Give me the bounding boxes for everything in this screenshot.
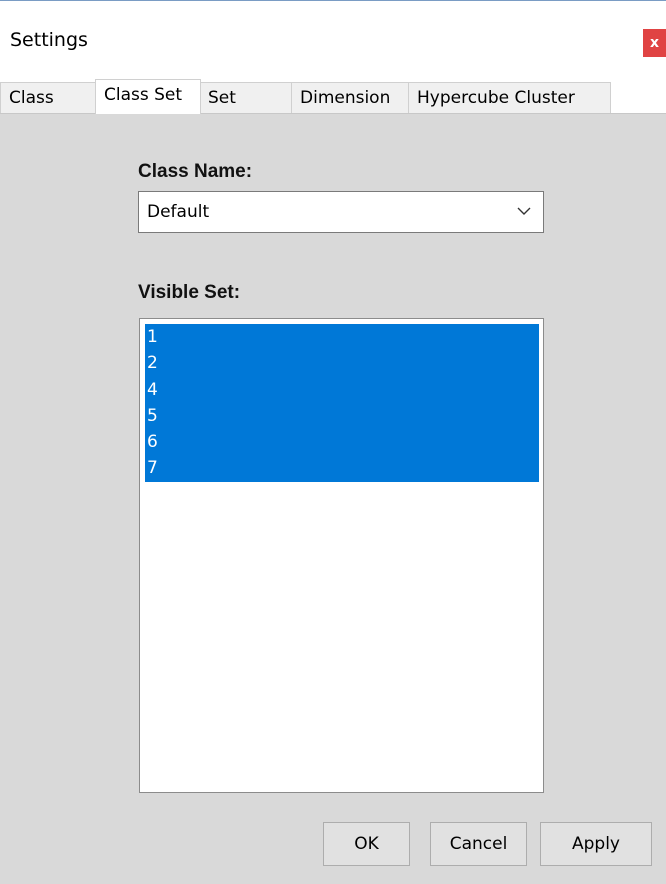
tab-hypercube-cluster[interactable]: Hypercube Cluster (408, 82, 611, 113)
visible-set-items: 124567 (145, 324, 539, 482)
title-bar[interactable]: Settings x (0, 1, 666, 79)
list-item[interactable]: 4 (145, 376, 539, 403)
chevron-down-icon (517, 207, 531, 215)
class-name-label: Class Name: (138, 161, 253, 182)
close-button[interactable]: x (643, 29, 666, 57)
class-name-value: Default (147, 202, 210, 222)
apply-button[interactable]: Apply (540, 822, 652, 866)
tab-set[interactable]: Set (199, 82, 292, 113)
tab-class[interactable]: Class (0, 82, 96, 113)
window-title: Settings (10, 29, 88, 51)
tab-label: Hypercube Cluster (417, 88, 575, 108)
visible-set-list[interactable]: 124567 (139, 318, 544, 793)
settings-window: Settings x Class Set Dimension Hypercube… (0, 0, 666, 884)
list-item[interactable]: 1 (145, 324, 539, 351)
tab-class-set[interactable]: Class Set (95, 79, 201, 114)
ok-button[interactable]: OK (323, 822, 410, 866)
tab-label: Class (9, 88, 54, 108)
tab-strip: Class Set Dimension Hypercube Cluster Cl… (0, 79, 666, 114)
visible-set-label: Visible Set: (138, 282, 241, 303)
list-item[interactable]: 7 (145, 455, 539, 482)
tab-label: Class Set (104, 85, 183, 105)
class-name-dropdown[interactable]: Default (138, 191, 544, 233)
tab-label: Dimension (300, 88, 391, 108)
list-item[interactable]: 2 (145, 350, 539, 377)
tab-dimension[interactable]: Dimension (291, 82, 409, 113)
list-item[interactable]: 6 (145, 429, 539, 456)
close-icon: x (649, 35, 660, 51)
cancel-button[interactable]: Cancel (430, 822, 527, 866)
tab-label: Set (208, 88, 236, 108)
list-item[interactable]: 5 (145, 402, 539, 430)
